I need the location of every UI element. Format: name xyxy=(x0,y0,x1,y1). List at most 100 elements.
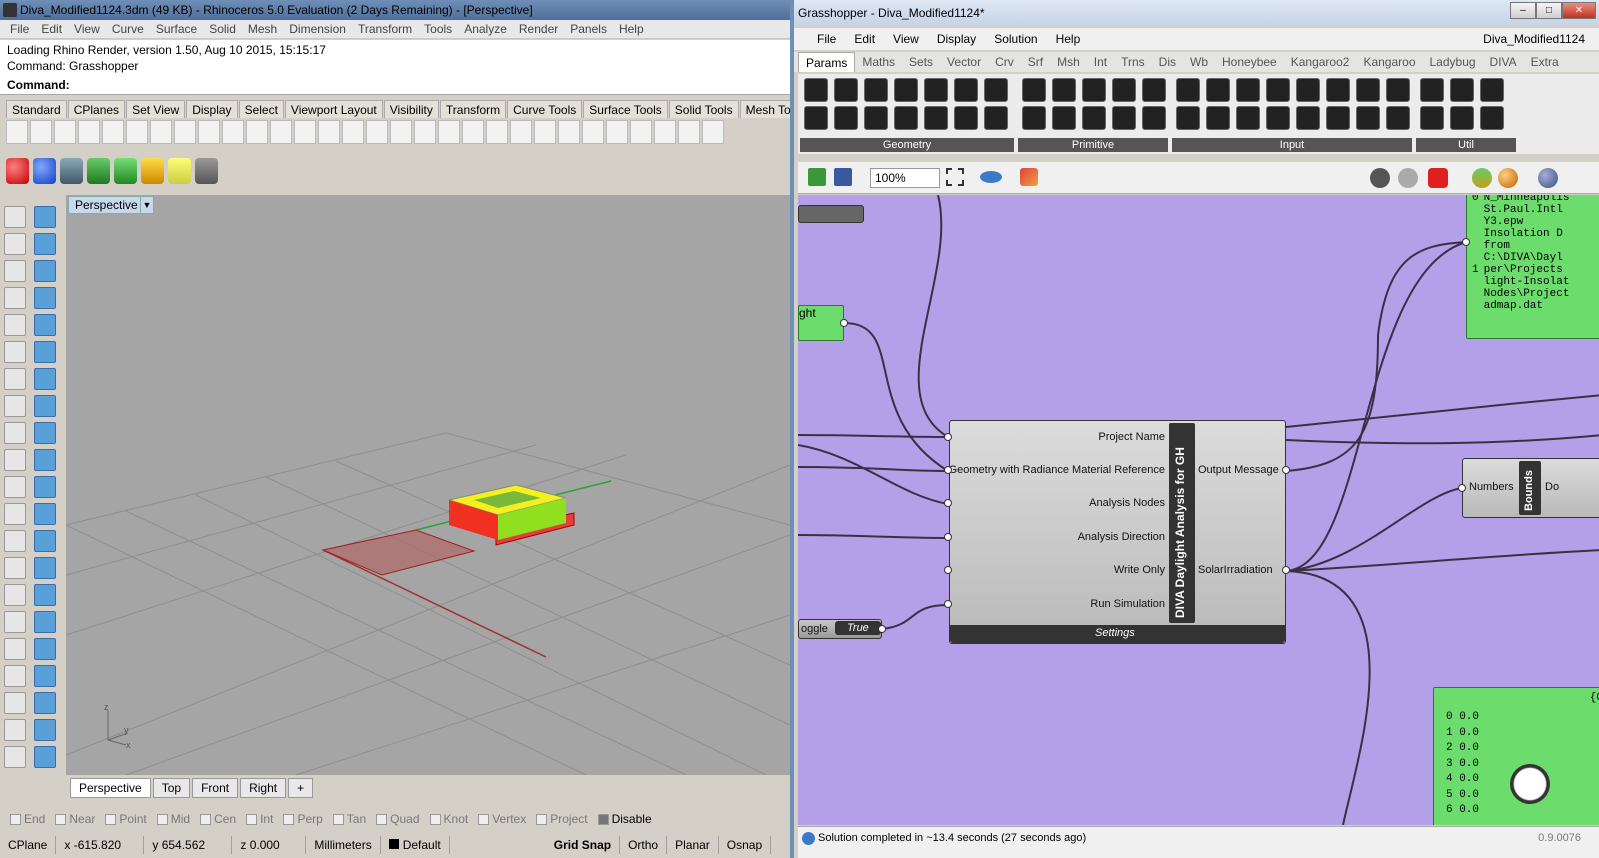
viewport-tab-top[interactable]: Top xyxy=(152,778,191,798)
save-file-icon[interactable] xyxy=(78,120,100,144)
component-icon[interactable] xyxy=(1296,78,1320,102)
component-icon[interactable] xyxy=(954,106,978,130)
render-green-icon[interactable] xyxy=(87,158,110,184)
dim-icon[interactable] xyxy=(534,120,556,144)
menu-panels[interactable]: Panels xyxy=(564,20,613,38)
component-icon[interactable] xyxy=(1176,78,1200,102)
component-icon[interactable] xyxy=(1326,78,1350,102)
osnap-checkbox[interactable] xyxy=(376,813,388,825)
component-icon[interactable] xyxy=(1206,106,1230,130)
gh-tab-kangaroo[interactable]: Kangaroo xyxy=(1356,52,1422,72)
component-icon[interactable] xyxy=(1142,78,1166,102)
gh-tab-honeybee[interactable]: Honeybee xyxy=(1215,52,1284,72)
dim-icon[interactable] xyxy=(414,120,436,144)
render-icon[interactable] xyxy=(702,120,724,144)
osnap-vertex[interactable]: Vertex xyxy=(478,812,526,826)
curve-tool-icon[interactable] xyxy=(4,233,26,255)
solid-tool-icon[interactable] xyxy=(34,287,56,309)
output-grip[interactable] xyxy=(1282,466,1290,474)
solid-tool-icon[interactable] xyxy=(34,368,56,390)
osnap-int[interactable]: Int xyxy=(246,812,273,826)
solid-tool-icon[interactable] xyxy=(34,530,56,552)
component-icon[interactable] xyxy=(1236,78,1260,102)
output-solar-irradiation[interactable]: SolarIrradiation xyxy=(1198,564,1273,576)
solid-tool-icon[interactable] xyxy=(34,611,56,633)
osnap-tan[interactable]: Tan xyxy=(332,812,366,826)
osnap-checkbox[interactable] xyxy=(332,813,344,825)
component-icon[interactable] xyxy=(1082,106,1106,130)
solid-tool-icon[interactable] xyxy=(34,557,56,579)
menu-render[interactable]: Render xyxy=(513,20,564,38)
osnap-checkbox[interactable] xyxy=(200,813,212,825)
ortho-toggle[interactable]: Ortho xyxy=(620,835,668,854)
gh-tab-msh[interactable]: Msh xyxy=(1050,52,1087,72)
osnap-point[interactable]: Point xyxy=(105,812,147,826)
osnap-toggle[interactable]: Osnap xyxy=(719,835,772,854)
hidden-component-edge[interactable] xyxy=(798,205,864,223)
minimize-button[interactable]: – xyxy=(1510,2,1536,19)
component-icon[interactable] xyxy=(1386,78,1410,102)
bake-icon[interactable] xyxy=(1472,168,1492,188)
component-icon[interactable] xyxy=(1022,106,1046,130)
component-icon[interactable] xyxy=(1356,78,1380,102)
dim-icon[interactable] xyxy=(390,120,412,144)
solid-tool-icon[interactable] xyxy=(34,422,56,444)
tab-viewport-layout[interactable]: Viewport Layout xyxy=(284,100,383,118)
solid-tool-icon[interactable] xyxy=(34,476,56,498)
component-icon[interactable] xyxy=(1386,106,1410,130)
blue-sphere-icon[interactable] xyxy=(33,158,56,184)
component-icon[interactable] xyxy=(1356,106,1380,130)
sphere-icon[interactable] xyxy=(678,120,700,144)
osnap-checkbox[interactable] xyxy=(55,813,67,825)
add-viewport-tab[interactable]: + xyxy=(288,778,314,798)
solid-tool-icon[interactable] xyxy=(34,719,56,741)
gh-tab-wb[interactable]: Wb xyxy=(1183,52,1215,72)
tab-cplanes[interactable]: CPlanes xyxy=(67,100,126,118)
input-grip[interactable] xyxy=(1458,484,1466,492)
input-write-only[interactable]: Write Only xyxy=(1114,564,1165,576)
osnap-perp[interactable]: Perp xyxy=(283,812,323,826)
component-icon[interactable] xyxy=(1450,106,1474,130)
gh-tab-diva[interactable]: DIVA xyxy=(1483,52,1524,72)
component-icon[interactable] xyxy=(804,78,828,102)
component-icon[interactable] xyxy=(1266,78,1290,102)
gh-menu-edit[interactable]: Edit xyxy=(845,28,884,50)
component-icon[interactable] xyxy=(1326,106,1350,130)
osnap-mid[interactable]: Mid xyxy=(156,812,190,826)
osnap-checkbox[interactable] xyxy=(283,813,295,825)
hatch-icon[interactable] xyxy=(462,120,484,144)
curve-tool-icon[interactable] xyxy=(4,503,26,525)
component-icon[interactable] xyxy=(984,78,1008,102)
grid-snap-toggle[interactable]: Grid Snap xyxy=(546,835,621,854)
gh-document-name[interactable]: Diva_Modified1124 xyxy=(1483,28,1585,50)
curve-tool-icon[interactable] xyxy=(4,719,26,741)
gh-tab-vector[interactable]: Vector xyxy=(940,52,988,72)
tab-set-view[interactable]: Set View xyxy=(126,100,186,118)
component-icon[interactable] xyxy=(1450,78,1474,102)
osnap-end[interactable]: End xyxy=(10,812,45,826)
dim-icon[interactable] xyxy=(198,120,220,144)
bounds-component[interactable]: Numbers Bounds Do xyxy=(1462,458,1599,518)
component-icon[interactable] xyxy=(834,78,858,102)
command-prompt[interactable]: Command: xyxy=(7,77,70,93)
gh-tab-sets[interactable]: Sets xyxy=(902,52,940,72)
curve-tool-icon[interactable] xyxy=(4,449,26,471)
new-file-icon[interactable] xyxy=(30,120,52,144)
text-icon[interactable] xyxy=(582,120,604,144)
component-icon[interactable] xyxy=(1112,106,1136,130)
component-icon[interactable] xyxy=(894,106,918,130)
diva-daylight-component[interactable]: Project Name Geometry with Radiance Mate… xyxy=(949,420,1286,644)
gh-tab-dis[interactable]: Dis xyxy=(1152,52,1183,72)
gh-tab-srf[interactable]: Srf xyxy=(1021,52,1050,72)
dim-icon[interactable] xyxy=(294,120,316,144)
tab-solid-tools[interactable]: Solid Tools xyxy=(668,100,739,118)
curve-tool-icon[interactable] xyxy=(4,557,26,579)
viewport-tab-right[interactable]: Right xyxy=(240,778,287,798)
gh-tab-extra[interactable]: Extra xyxy=(1524,52,1566,72)
solid-tool-icon[interactable] xyxy=(34,260,56,282)
component-icon[interactable] xyxy=(1206,78,1230,102)
dim-icon[interactable] xyxy=(174,120,196,144)
select-box-icon[interactable] xyxy=(168,158,191,184)
tab-transform[interactable]: Transform xyxy=(439,100,507,118)
menu-view[interactable]: View xyxy=(68,20,106,38)
